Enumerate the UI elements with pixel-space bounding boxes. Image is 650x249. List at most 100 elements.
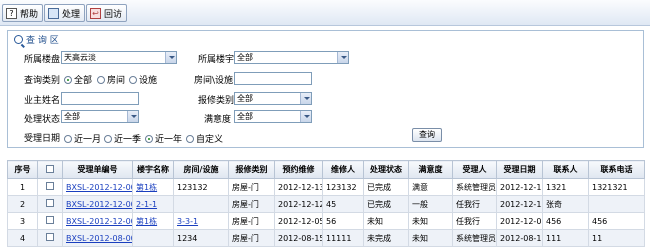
cell-phone: 456 [588,212,645,230]
radio-icon [104,134,112,143]
status-select[interactable]: 全部 [61,110,139,123]
help-label: 帮助 [20,9,39,20]
owner-input[interactable] [61,92,139,105]
status-value: 全部 [64,112,80,121]
satisfaction-select[interactable]: 全部 [234,110,312,123]
date-month-radio[interactable]: 近一月 [64,132,101,145]
building-link[interactable]: 第1栋 [136,217,157,226]
callback-label: 回访 [104,9,123,20]
query-panel: 查 询 区 [7,30,644,148]
header-select-all[interactable] [37,160,63,179]
data-table: 序号 受理单编号 楼宇名称 房间/设施 报修类别 预约维修 维修人 处理状态 满… [7,160,645,247]
cell-room: 1234 [173,229,229,247]
code-link[interactable]: BXSL-2012-12-0011 [66,200,132,209]
header-phone[interactable]: 联系电话 [588,160,645,179]
building-label: 所属楼宇 [198,55,235,65]
cell-select[interactable] [37,195,63,213]
cell-satisfaction: 一般 [408,195,453,213]
cell-building [132,229,174,247]
cell-date: 2012-12-05 [496,212,543,230]
checkbox-icon[interactable] [46,233,54,241]
chevron-down-icon [300,93,311,104]
header-date[interactable]: 受理日期 [496,160,543,179]
panel-title-text: 查 询 区 [26,36,59,46]
chevron-down-icon [165,52,176,63]
cell-repairer: 11111 [322,229,364,247]
query-button[interactable]: 查询 [412,128,442,142]
cell-appoint: 2012-12-05 [274,212,323,230]
header-satisfaction[interactable]: 满意度 [408,160,453,179]
header-repairer[interactable]: 维修人 [322,160,364,179]
chevron-down-icon [127,111,138,122]
date-quarter-radio[interactable]: 近一季 [104,132,141,145]
cell-no: 1 [7,178,38,196]
cell-handler: 系统管理员 [452,178,497,196]
header-room[interactable]: 房间/设施 [173,160,229,179]
room-facility-input[interactable] [234,72,312,85]
header-handler[interactable]: 受理人 [452,160,497,179]
building-link[interactable]: 2-1-1 [136,200,157,209]
cell-satisfaction: 满意 [408,178,453,196]
table-row[interactable]: 4 BXSL-2012-08-0009 1234 房屋-门 2012-08-15… [7,229,645,247]
cell-no: 2 [7,195,38,213]
cell-select[interactable] [37,178,63,196]
owner-label: 业主姓名 [24,96,61,106]
repair-type-select[interactable]: 全部 [234,92,312,105]
checkbox-icon[interactable] [46,216,54,224]
table-row[interactable]: 3 BXSL-2012-12-0010 第1栋 3-3-1 房屋-门 2012-… [7,212,645,230]
help-icon: ? [6,7,17,19]
date-year-radio[interactable]: 近一年 [145,132,182,145]
room-link[interactable]: 3-3-1 [177,217,198,226]
radio-icon [64,134,72,143]
header-contact[interactable]: 联系人 [542,160,589,179]
checkbox-icon[interactable] [46,199,54,207]
header-status[interactable]: 处理状态 [363,160,409,179]
checkbox-icon[interactable] [46,164,54,173]
table-row[interactable]: 2 BXSL-2012-12-0011 2-1-1 房屋-门 2012-12-1… [7,195,645,213]
cell-building: 2-1-1 [132,195,174,213]
cell-date: 2012-12-12 [496,195,543,213]
radio-icon [145,134,153,143]
cell-repairer: 56 [322,212,364,230]
query-type-room-radio[interactable]: 房间 [97,73,125,86]
table-row[interactable]: 1 BXSL-2012-12-0012 第1栋 123132 房屋-门 2012… [7,178,645,196]
header-no[interactable]: 序号 [7,160,38,179]
code-link[interactable]: BXSL-2012-12-0012 [66,183,132,192]
header-appoint[interactable]: 预约维修 [274,160,323,179]
cell-code: BXSL-2012-12-0011 [62,195,133,213]
radio-label: 近一月 [74,135,102,145]
radio-label: 全部 [74,76,93,86]
building-select[interactable]: 全部 [234,51,349,64]
cell-select[interactable] [37,212,63,230]
satisfaction-label: 满意度 [204,115,232,125]
header-type[interactable]: 报修类别 [228,160,275,179]
radio-label: 近一季 [114,135,142,145]
property-select[interactable]: 天高云淡 [61,51,177,64]
header-code[interactable]: 受理单编号 [62,160,133,179]
cell-appoint: 2012-12-12 [274,195,323,213]
cell-type: 房屋-门 [228,229,275,247]
cell-code: BXSL-2012-08-0009 [62,229,133,247]
code-link[interactable]: BXSL-2012-08-0009 [66,234,132,243]
header-building[interactable]: 楼宇名称 [132,160,174,179]
code-link[interactable]: BXSL-2012-12-0010 [66,217,132,226]
building-link[interactable]: 第1栋 [136,183,157,192]
help-button[interactable]: ? 帮助 [2,4,44,22]
date-custom-radio[interactable]: 自定义 [186,132,223,145]
cell-building: 第1栋 [132,212,174,230]
cell-status: 已完成 [363,178,409,196]
cell-no: 4 [7,229,38,247]
callback-button[interactable]: ↩ 回访 [86,4,128,22]
radio-icon [129,75,137,84]
cell-select[interactable] [37,229,63,247]
status-label: 处理状态 [24,115,61,125]
process-button[interactable]: 处理 [44,4,86,22]
checkbox-icon[interactable] [46,182,54,190]
search-icon [14,35,23,44]
query-type-all-radio[interactable]: 全部 [64,73,92,86]
query-type-facility-radio[interactable]: 设施 [129,73,157,86]
radio-icon [97,75,105,84]
radio-icon [186,134,194,143]
radio-label: 自定义 [196,135,224,145]
cell-room: 3-3-1 [173,212,229,230]
